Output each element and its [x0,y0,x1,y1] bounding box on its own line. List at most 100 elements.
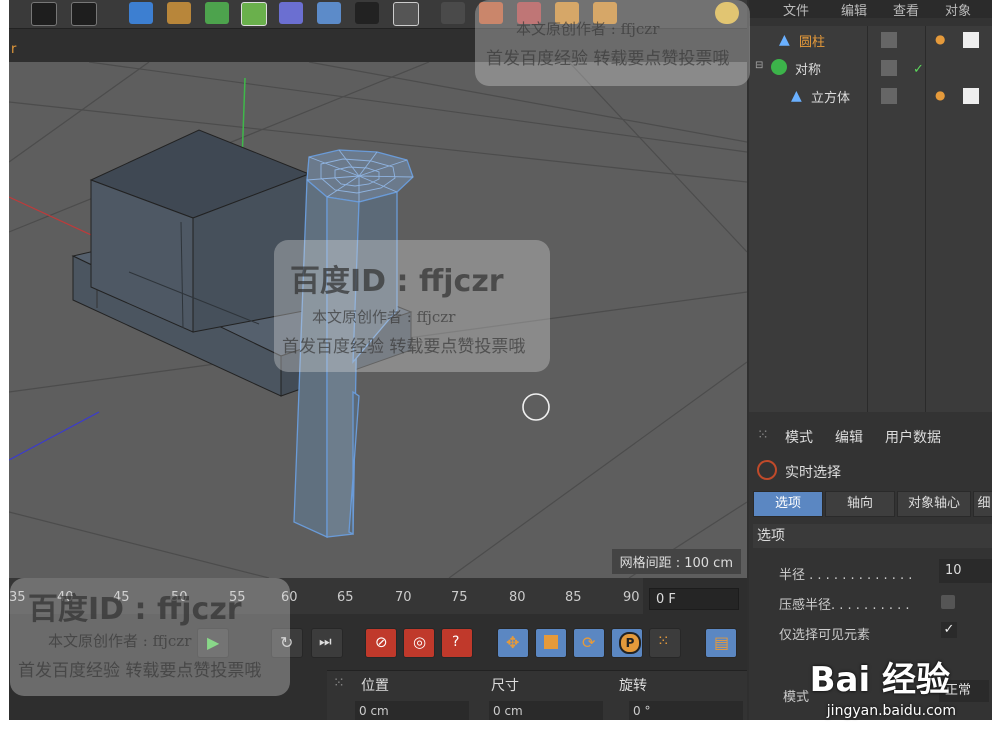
section-options: 选项 [753,524,992,548]
record-key-button[interactable]: ⊘ [365,628,397,658]
point-level-button[interactable]: ⁙ [649,628,681,658]
nurbs-icon[interactable] [205,2,229,24]
radius-input[interactable]: 10 [939,559,992,583]
tick-label: 75 [451,590,468,605]
object-list: ▲ 圆柱 ⊟ 对称 ▲ 立方体 ✓ ● ● [749,26,992,412]
menu-mode[interactable]: 模式 [785,427,813,447]
baidu-logo: Bai 经验 [809,660,950,700]
phong-tag-icon[interactable]: ● [935,32,951,48]
watermark-author: 本文原创作者 : ffjczr [48,632,192,650]
visible-only-checkbox[interactable]: ✓ [941,622,957,638]
light-icon[interactable] [393,2,419,26]
tick-label: 65 [337,590,354,605]
tool-icon[interactable] [441,2,465,24]
rotation-header: 旋转 [619,678,647,694]
expand-icon[interactable]: ⊟ [755,60,771,76]
phong-tag-icon[interactable]: ● [935,88,951,104]
help-icon: ? [452,634,460,650]
menu-user-data[interactable]: 用户数据 [885,427,941,447]
rotate-key-button[interactable]: ⟳ [573,628,605,658]
pressure-radius-label: 压感半径. . . . . . . . . . [779,598,910,613]
position-x-field[interactable]: 0 cm [355,701,469,720]
pressure-radius-checkbox[interactable] [941,595,955,609]
object-row-cube[interactable]: ▲ 立方体 [749,82,992,110]
object-name: 圆柱 [799,35,826,50]
move-key-button[interactable]: ✥ [497,628,529,658]
timeline-button[interactable]: ▤ [705,628,737,658]
watermark-author: 本文原创作者 : ffjczr [312,308,456,326]
watermark-top [475,0,750,86]
menu-view[interactable]: 查看 [893,0,919,19]
visibility-toggle-icon[interactable] [881,32,897,48]
tab-options[interactable]: 选项 [753,491,823,517]
auto-key-button[interactable]: ◎ [403,628,435,658]
tab-object-axis[interactable]: 对象轴心 [897,491,971,517]
key-help-button[interactable]: ? [441,628,473,658]
param-icon: P [619,632,641,654]
menu-object[interactable]: 对象 [945,0,971,19]
column-divider [867,26,868,412]
symmetry-icon [771,59,787,75]
grid-spacing-label: 网格间距 : 100 cm [611,549,741,574]
watermark-note: 首发百度经验 转载要点赞投票哦 [486,49,730,69]
enabled-check-icon[interactable]: ✓ [913,62,924,77]
object-name: 对称 [795,63,822,78]
size-x-field[interactable]: 0 cm [489,701,603,720]
param-key-button[interactable]: P [611,628,643,658]
texture-tag-icon[interactable] [963,32,979,48]
position-header: 位置 [361,678,389,694]
tool-title: 实时选择 [785,465,841,481]
render-view-icon[interactable] [31,2,57,26]
live-selection-icon [757,460,777,480]
visibility-toggle-icon[interactable] [881,60,897,76]
column-divider [925,26,926,412]
rotate-icon: ⟳ [582,633,596,652]
watermark-note: 首发百度经验 转载要点赞投票哦 [18,661,262,681]
menu-edit[interactable]: 编辑 [841,0,867,19]
film-icon: ▤ [714,633,730,652]
menu-file[interactable]: 文件 [783,0,809,19]
watermark-author: 本文原创作者 : ffjczr [516,20,660,38]
visibility-toggle-icon[interactable] [881,88,897,104]
scale-key-button[interactable] [535,628,567,658]
tab-more[interactable]: 细 [973,491,992,517]
key-icon: ⊘ [375,633,388,651]
object-name: 立方体 [811,91,851,106]
cube-icon[interactable] [129,2,153,24]
tab-axis[interactable]: 轴向 [825,491,895,517]
cube-object-icon: ▲ [791,88,802,104]
deformer-icon[interactable] [279,2,303,24]
object-row-cylinder[interactable]: ▲ 圆柱 [749,26,992,54]
tick-label: 70 [395,590,412,605]
menu-attr-edit[interactable]: 编辑 [835,427,863,447]
tick-label: 80 [509,590,526,605]
radius-label: 半径 . . . . . . . . . . . . . [779,568,913,583]
current-frame-field[interactable]: 0 F [649,588,739,610]
visible-only-label: 仅选择可见元素 [779,628,871,643]
tick-label: 90 [623,590,640,605]
viewport-label: r [11,42,17,57]
mograph-icon[interactable] [241,2,267,26]
tick-label: 85 [565,590,582,605]
grid-dots-icon: ⁙ [657,632,670,650]
scene-icon[interactable] [317,2,341,24]
rotation-h-field[interactable]: 0 ° [629,701,743,720]
mode-label: 模式 [783,690,810,705]
right-panel: 文件 编辑 查看 对象 ▲ 圆柱 ⊟ 对称 ▲ 立方体 ✓ ● ● ⁙ 模式 编… [749,0,992,720]
goto-end-button[interactable]: ⏭ [311,628,343,658]
z-axis-line [9,411,100,461]
camera-icon[interactable] [355,2,379,24]
attribute-tabs: 选项 轴向 对象轴心 细 [753,491,992,517]
baidu-domain: jingyan.baidu.com [826,703,956,719]
selection-cursor-icon [522,393,550,421]
watermark-note: 首发百度经验 转载要点赞投票哦 [282,337,526,357]
auto-key-icon: ◎ [413,633,427,651]
spline-icon[interactable] [167,2,191,24]
object-row-symmetry[interactable]: ⊟ 对称 [749,54,992,82]
grip-icon: ⁙ [333,675,345,691]
texture-tag-icon[interactable] [963,88,979,104]
render-picture-icon[interactable] [71,2,97,26]
watermark-title: 百度ID : ffjczr [28,592,242,627]
coordinate-manager: ⁙ 位置 尺寸 旋转 0 cm 0 cm 0 ° [327,670,747,720]
object-manager-menu: 文件 编辑 查看 对象 [749,0,992,19]
